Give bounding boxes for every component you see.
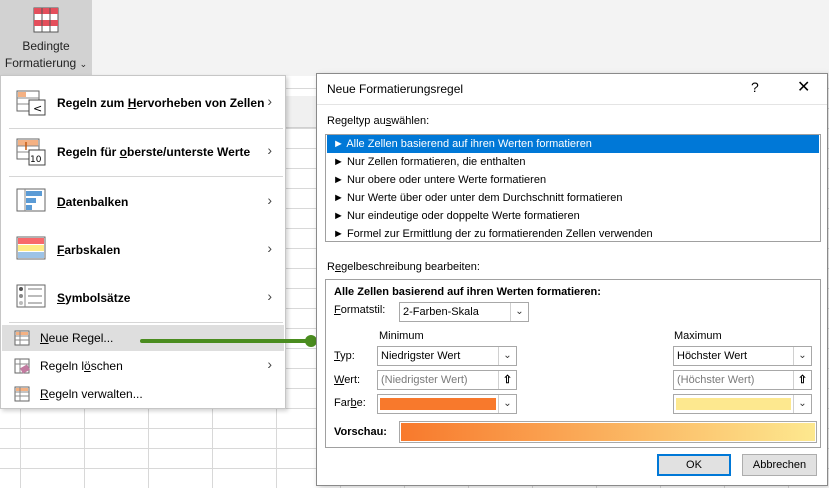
ok-button[interactable]: OK (657, 454, 731, 476)
format-style-label: Formatstil: (334, 304, 386, 316)
menu-item-clear-rules[interactable]: Regeln löschen › (2, 353, 284, 379)
menu-item-label: Regeln verwalten... (40, 387, 143, 401)
min-color-swatch (380, 398, 496, 410)
data-bars-icon (16, 188, 46, 212)
rule-type-item[interactable]: ► Nur obere oder untere Werte formatiere… (327, 171, 819, 189)
submenu-arrow-icon: › (267, 240, 272, 256)
description-title: Alle Zellen basierend auf ihren Werten f… (334, 286, 601, 298)
menu-separator (9, 128, 283, 129)
rule-type-item[interactable]: ► Nur Werte über oder unter dem Durchsch… (327, 189, 819, 207)
menu-item-label: Regeln löschen (40, 359, 123, 373)
max-color-swatch (676, 398, 791, 410)
menu-separator (9, 322, 283, 323)
rule-type-list[interactable]: ► Alle Zellen basierend auf ihren Werten… (325, 134, 821, 242)
submenu-arrow-icon: › (267, 356, 272, 372)
submenu-arrow-icon: › (267, 93, 272, 109)
formula-bar-fragment (285, 96, 320, 128)
maximum-header: Maximum (674, 330, 722, 342)
menu-separator (9, 176, 283, 177)
max-type-select[interactable]: Höchster Wert ⌄ (673, 346, 812, 366)
chevron-down-icon: ⌄ (79, 59, 88, 69)
menu-item-new-rule[interactable]: Neue Regel... (2, 325, 284, 351)
chevron-down-icon: ⌄ (793, 347, 811, 365)
cancel-button[interactable]: Abbrechen (742, 454, 817, 476)
menu-item-label: Farbskalen (57, 243, 121, 257)
svg-text:<: < (33, 102, 42, 115)
range-picker-icon[interactable]: ⇧ (498, 371, 516, 389)
preview-label: Vorschau: (334, 426, 387, 438)
rule-type-item[interactable]: ► Alle Zellen basierend auf ihren Werten… (327, 135, 819, 153)
menu-item-label: Symbolsätze (57, 291, 131, 305)
format-style-select[interactable]: 2-Farben-Skala ⌄ (399, 302, 529, 322)
submenu-arrow-icon: › (267, 192, 272, 208)
conditional-formatting-menu: < Regeln zum Hervorheben von Zellen › 10… (0, 75, 286, 409)
menu-item-label: Datenbalken (57, 195, 129, 209)
submenu-arrow-icon: › (267, 142, 272, 158)
rule-description-panel: Alle Zellen basierend auf ihren Werten f… (325, 279, 821, 448)
svg-text:10: 10 (30, 155, 42, 165)
chevron-down-icon: ⌄ (793, 395, 811, 413)
minimum-header: Minimum (379, 330, 424, 342)
callout-line (140, 339, 312, 343)
color-label: Farbe: (334, 397, 366, 409)
button-label-line1: Bedingte (22, 39, 70, 53)
rule-type-label: Regeltyp auswählen: (327, 115, 430, 127)
icon-sets-icon (16, 284, 46, 308)
rule-description-label: Regelbeschreibung bearbeiten: (327, 261, 480, 273)
min-color-select[interactable]: ⌄ (377, 394, 517, 414)
menu-item-label: Regeln zum Hervorheben von Zellen (57, 96, 265, 110)
range-picker-icon[interactable]: ⇧ (793, 371, 811, 389)
max-color-select[interactable]: ⌄ (673, 394, 812, 414)
value-label: Wert: (334, 374, 361, 386)
preview-box (399, 421, 817, 443)
min-value-input[interactable]: (Niedrigster Wert) ⇧ (377, 370, 517, 390)
rule-type-item[interactable]: ► Nur eindeutige oder doppelte Werte for… (327, 207, 819, 225)
conditional-formatting-button[interactable]: Bedingte Formatierung ⌄ (0, 0, 92, 76)
top-bottom-rules-icon: 10 (16, 138, 46, 166)
chevron-down-icon: ⌄ (498, 395, 516, 413)
max-value-input[interactable]: (Höchster Wert) ⇧ (673, 370, 812, 390)
rule-type-item[interactable]: ► Formel zur Ermittlung der zu formatier… (327, 225, 819, 243)
type-label: Typ: (334, 350, 355, 362)
highlight-rules-icon: < (16, 90, 46, 116)
new-formatting-rule-dialog: Neue Formatierungsregel ? ✕ Regeltyp aus… (316, 73, 828, 486)
color-scales-icon (16, 236, 46, 260)
menu-item-color-scales[interactable]: Farbskalen › (2, 226, 284, 272)
dialog-title: Neue Formatierungsregel (327, 82, 464, 96)
close-icon[interactable]: ✕ (797, 77, 810, 97)
menu-item-manage-rules[interactable]: Regeln verwalten... (2, 381, 284, 407)
gradient-preview (401, 423, 815, 441)
ribbon (0, 0, 829, 76)
min-type-select[interactable]: Niedrigster Wert ⌄ (377, 346, 517, 366)
title-separator (317, 104, 827, 105)
new-rule-icon (14, 330, 30, 346)
menu-item-data-bars[interactable]: Datenbalken › (2, 178, 284, 224)
manage-rules-icon (14, 386, 30, 402)
conditional-formatting-icon (33, 7, 59, 33)
chevron-down-icon: ⌄ (510, 303, 528, 321)
clear-rules-icon (14, 358, 30, 374)
menu-item-top-bottom-rules[interactable]: 10 Regeln für oberste/unterste Werte › (2, 130, 284, 174)
chevron-down-icon: ⌄ (498, 347, 516, 365)
help-button[interactable]: ? (751, 79, 759, 95)
menu-item-label: Regeln für oberste/unterste Werte (57, 145, 251, 159)
menu-item-highlight-rules[interactable]: < Regeln zum Hervorheben von Zellen › (2, 82, 284, 126)
menu-item-label: Neue Regel... (40, 331, 114, 345)
button-label-line2: Formatierung ⌄ (4, 56, 88, 70)
menu-item-icon-sets[interactable]: Symbolsätze › (2, 274, 284, 320)
submenu-arrow-icon: › (267, 288, 272, 304)
rule-type-item[interactable]: ► Nur Zellen formatieren, die enthalten (327, 153, 819, 171)
